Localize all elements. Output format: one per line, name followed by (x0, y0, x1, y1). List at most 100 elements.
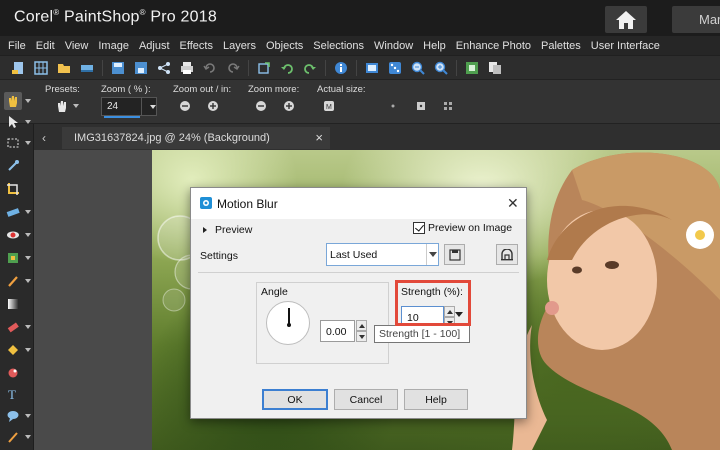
zoom-out-icon[interactable] (410, 60, 426, 76)
zoom-more-out-button[interactable] (254, 99, 268, 113)
menu-image[interactable]: Image (98, 40, 129, 52)
straighten-tool[interactable] (4, 203, 22, 221)
new-file-icon[interactable] (10, 60, 26, 76)
red-eye-tool-dropdown[interactable] (25, 233, 31, 237)
pan-tool[interactable] (4, 92, 22, 110)
angle-input[interactable]: 0.00 (320, 320, 355, 342)
save-as-icon[interactable] (133, 60, 149, 76)
tab-scroll-left-icon[interactable]: ‹ (42, 131, 46, 145)
fit-window-icon[interactable] (364, 60, 380, 76)
menu-file[interactable]: File (8, 40, 26, 52)
preview-toggle[interactable]: Preview (203, 224, 252, 236)
dialog-divider (198, 272, 519, 273)
retouch-tool[interactable] (4, 249, 22, 267)
option-dot-icon[interactable] (386, 99, 400, 113)
rotate-left-icon[interactable] (279, 60, 295, 76)
zoom-out-button[interactable] (178, 99, 192, 113)
retouch-icon (8, 253, 18, 263)
option-grid-icon[interactable] (441, 99, 455, 113)
undo-icon[interactable] (202, 60, 218, 76)
option-die-icon[interactable] (414, 99, 428, 113)
menu-layers[interactable]: Layers (223, 40, 256, 52)
scan-icon[interactable] (79, 60, 95, 76)
rotate-right-icon[interactable] (302, 60, 318, 76)
dropper-tool[interactable] (4, 157, 22, 175)
picture-tube-tool[interactable] (4, 364, 22, 382)
pen-tool-dropdown[interactable] (25, 435, 31, 439)
pen-tool[interactable] (4, 428, 22, 446)
straighten-tool-dropdown[interactable] (25, 210, 31, 214)
menu-effects[interactable]: Effects (180, 40, 213, 52)
document-tab[interactable]: IMG31637824.jpg @ 24% (Background) × (62, 127, 330, 149)
zoom-more-in-button[interactable] (282, 99, 296, 113)
zoom-in-icon[interactable] (433, 60, 449, 76)
menu-objects[interactable]: Objects (266, 40, 303, 52)
dice-icon[interactable] (387, 60, 403, 76)
menu-view[interactable]: View (65, 40, 89, 52)
gradient-tool[interactable] (4, 295, 22, 313)
text-tool[interactable]: T (4, 385, 22, 403)
shape-tool-dropdown[interactable] (25, 414, 31, 418)
zoom-stepper[interactable] (141, 98, 149, 115)
pick-tool-dropdown[interactable] (25, 120, 31, 124)
menu-selections[interactable]: Selections (313, 40, 364, 52)
pan-tool-dropdown[interactable] (25, 99, 31, 103)
grid-icon[interactable] (33, 60, 49, 76)
spin-down-icon[interactable] (356, 331, 367, 342)
share-icon[interactable] (156, 60, 172, 76)
document-close-icon[interactable]: × (315, 130, 323, 145)
home-button[interactable] (605, 6, 647, 33)
angle-stepper[interactable] (356, 320, 367, 342)
redo-icon[interactable] (225, 60, 241, 76)
brush-icon (8, 276, 18, 287)
info-icon[interactable] (333, 60, 349, 76)
dialog-close-icon[interactable]: ✕ (507, 195, 519, 212)
menu-user-interface[interactable]: User Interface (591, 40, 660, 52)
zoom-in-button[interactable] (206, 99, 220, 113)
save-preset-button[interactable] (444, 244, 465, 265)
settings-dropdown[interactable]: Last Used (326, 243, 439, 266)
shape-tool[interactable] (4, 407, 22, 425)
menu-help[interactable]: Help (423, 40, 446, 52)
selection-tool-dropdown[interactable] (25, 141, 31, 145)
menu-enhance-photo[interactable]: Enhance Photo (456, 40, 531, 52)
full-screen-icon[interactable] (464, 60, 480, 76)
eraser-tool[interactable] (4, 318, 22, 336)
ok-button[interactable]: OK (262, 389, 328, 410)
angle-dial[interactable] (266, 301, 310, 345)
dialog-title: Motion Blur (217, 197, 278, 211)
fill-tool[interactable] (4, 341, 22, 359)
eraser-tool-dropdown[interactable] (25, 325, 31, 329)
crop-icon[interactable] (256, 60, 272, 76)
motion-blur-dialog: Motion Blur ✕ Preview Preview on Image S… (190, 187, 527, 419)
red-eye-tool[interactable] (4, 226, 22, 244)
zoom-input[interactable]: 24 (101, 97, 157, 118)
zoom-out-in-label: Zoom out / in: (173, 84, 232, 95)
print-icon[interactable] (179, 60, 195, 76)
fill-tool-dropdown[interactable] (25, 348, 31, 352)
layers-icon[interactable] (487, 60, 503, 76)
pick-tool[interactable] (4, 113, 22, 131)
manage-tab[interactable]: Mar (672, 6, 720, 33)
menu-edit[interactable]: Edit (36, 40, 55, 52)
zoom-dropdown-icon[interactable] (150, 105, 156, 109)
preset-picker[interactable] (55, 97, 81, 115)
reset-button[interactable] (496, 244, 518, 265)
open-folder-icon[interactable] (56, 60, 72, 76)
crop-tool[interactable] (4, 180, 22, 198)
menu-window[interactable]: Window (374, 40, 413, 52)
paint-brush-tool-dropdown[interactable] (25, 279, 31, 283)
hand-icon (9, 96, 17, 107)
actual-size-button[interactable]: M (322, 99, 336, 113)
cancel-button[interactable]: Cancel (334, 389, 398, 410)
minus-circle-icon (180, 101, 190, 111)
retouch-tool-dropdown[interactable] (25, 256, 31, 260)
selection-tool[interactable] (4, 134, 22, 152)
save-icon[interactable] (110, 60, 126, 76)
menu-palettes[interactable]: Palettes (541, 40, 581, 52)
help-button[interactable]: Help (404, 389, 468, 410)
spin-up-icon[interactable] (356, 320, 367, 331)
paint-brush-tool[interactable] (4, 272, 22, 290)
menu-adjust[interactable]: Adjust (139, 40, 170, 52)
preview-on-image-checkbox[interactable]: Preview on Image (413, 222, 512, 234)
